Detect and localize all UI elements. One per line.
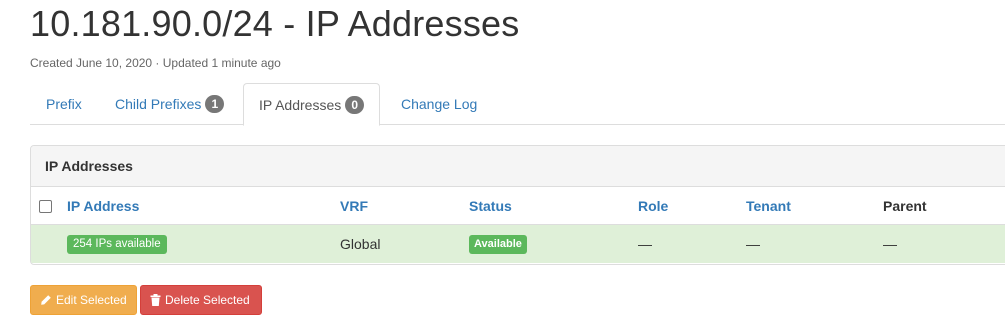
page-title: 10.181.90.0/24 - IP Addresses xyxy=(30,3,520,44)
status-badge: Available xyxy=(469,234,527,254)
count-badge: 1 xyxy=(205,95,225,113)
tab-bar: Prefix Child Prefixes 1 IP Addresses 0 C… xyxy=(30,83,1005,126)
column-role[interactable]: Role xyxy=(638,187,668,225)
trash-icon xyxy=(150,294,161,306)
edit-selected-label: Edit Selected xyxy=(56,293,127,307)
tab-prefix[interactable]: Prefix xyxy=(30,83,98,125)
column-ip-address[interactable]: IP Address xyxy=(67,187,139,225)
pencil-icon xyxy=(41,295,51,305)
tab-label: Change Log xyxy=(401,96,478,112)
select-all-cell xyxy=(39,187,52,225)
delete-selected-label: Delete Selected xyxy=(165,293,250,307)
column-tenant[interactable]: Tenant xyxy=(746,187,791,225)
role-cell: — xyxy=(638,236,652,252)
tab-label: IP Addresses xyxy=(259,96,342,113)
tab-ip-addresses[interactable]: IP Addresses 0 xyxy=(243,83,381,126)
tab-label: Child Prefixes xyxy=(115,96,202,112)
column-parent: Parent xyxy=(883,198,927,214)
status-cell: Available xyxy=(469,225,527,263)
vrf-cell: Global xyxy=(340,236,381,252)
ip-address-cell: 254 IPs available xyxy=(67,225,167,263)
table-header: IP Address VRF Status Role Tenant Parent xyxy=(31,187,1005,225)
table-row: 254 IPs available Global Available — — — xyxy=(31,225,1005,263)
tab-label: Prefix xyxy=(46,96,82,112)
ip-addresses-panel: IP Addresses IP Address VRF Status Role … xyxy=(30,145,1005,265)
parent-cell: — xyxy=(883,236,897,252)
select-all-checkbox[interactable] xyxy=(39,199,52,213)
edit-selected-button[interactable]: Edit Selected xyxy=(30,285,137,315)
tab-change-log[interactable]: Change Log xyxy=(385,83,493,125)
tenant-cell: — xyxy=(746,236,760,252)
column-vrf[interactable]: VRF xyxy=(340,187,368,225)
page-meta: Created June 10, 2020 · Updated 1 minute… xyxy=(30,56,281,70)
tab-child-prefixes[interactable]: Child Prefixes 1 xyxy=(99,83,240,125)
column-status[interactable]: Status xyxy=(469,187,512,225)
count-badge: 0 xyxy=(345,95,365,114)
panel-heading: IP Addresses xyxy=(31,146,1005,187)
available-ips-link[interactable]: 254 IPs available xyxy=(67,234,167,254)
delete-selected-button[interactable]: Delete Selected xyxy=(140,285,262,315)
